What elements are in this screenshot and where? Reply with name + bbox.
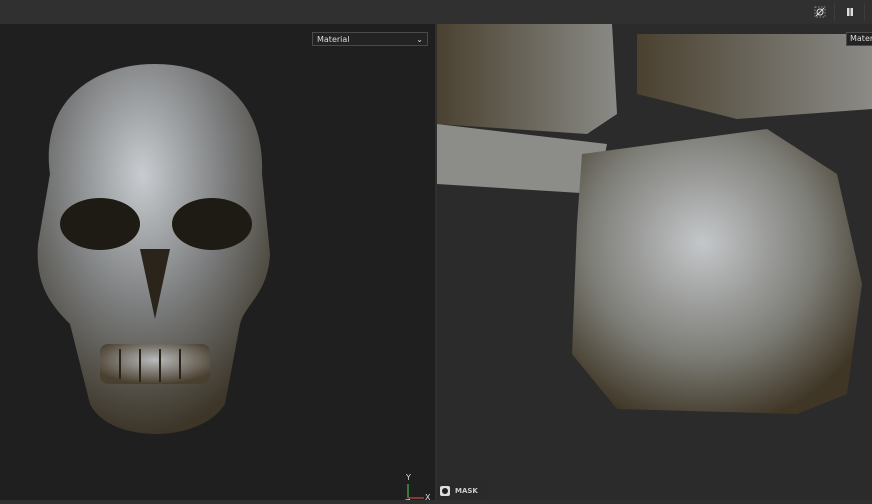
channel-select-3d[interactable]: Material ⌄ bbox=[312, 32, 428, 46]
divider bbox=[834, 3, 835, 21]
mask-toggle[interactable]: MASK bbox=[437, 482, 487, 500]
viewport-3d[interactable]: Y X Z bbox=[0, 24, 435, 500]
top-toolbar bbox=[0, 0, 872, 24]
camera-hide-icon[interactable] bbox=[812, 4, 828, 20]
channel-select-value: Material bbox=[850, 34, 872, 43]
mask-label: MASK bbox=[455, 487, 478, 495]
uv-texture-map bbox=[437, 24, 872, 414]
axis-y-label: Y bbox=[406, 473, 411, 482]
axis-x-label: X bbox=[425, 493, 431, 500]
channel-select-value: Material bbox=[317, 34, 350, 44]
pause-icon[interactable] bbox=[842, 4, 858, 20]
skull-model bbox=[37, 64, 271, 434]
channel-select-2d[interactable]: Material bbox=[846, 32, 872, 46]
axis-z-label: Z bbox=[405, 498, 410, 500]
axis-gizmo: Y X Z bbox=[402, 473, 432, 500]
viewport-2d[interactable] bbox=[437, 24, 872, 500]
chevron-down-icon: ⌄ bbox=[416, 34, 423, 44]
mask-icon bbox=[440, 486, 450, 496]
divider bbox=[864, 3, 865, 21]
